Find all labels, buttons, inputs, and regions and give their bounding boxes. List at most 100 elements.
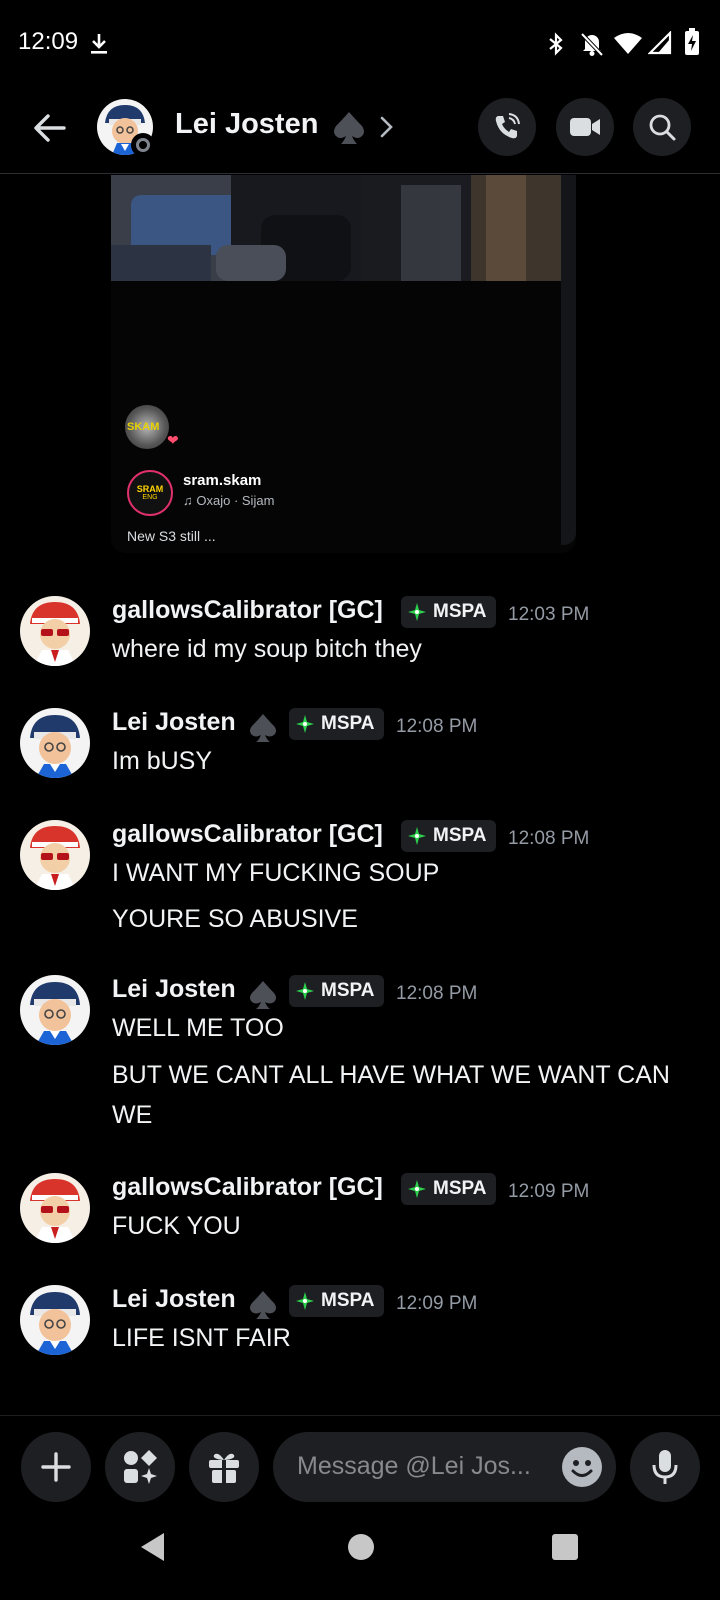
back-arrow-icon[interactable] xyxy=(28,106,72,150)
embed-account-name[interactable]: sram.skam xyxy=(183,472,261,489)
message-text: WELL ME TOO xyxy=(112,1014,284,1042)
message-timestamp: 12:08 PM xyxy=(508,828,590,849)
add-attachment-button[interactable] xyxy=(21,1432,91,1502)
embed-music-text: Oxajo · Sijam xyxy=(196,493,275,508)
wifi-icon xyxy=(614,33,642,54)
server-tag[interactable]: MSPA xyxy=(401,1173,497,1205)
spade-icon xyxy=(250,714,276,742)
gallows-calibrator-avatar-image xyxy=(20,820,90,890)
message-author[interactable]: gallowsCalibrator [GC] xyxy=(112,596,383,625)
back-triangle-icon[interactable] xyxy=(138,1531,168,1563)
home-circle-icon[interactable] xyxy=(347,1533,375,1561)
gallows-calibrator-avatar-image xyxy=(20,596,90,666)
channel-logo-text-bottom: ENG xyxy=(142,494,158,501)
server-tag[interactable]: MSPA xyxy=(289,1285,385,1317)
battery-icon xyxy=(685,28,699,55)
spade-icon xyxy=(250,1291,276,1319)
server-tag[interactable]: MSPA xyxy=(289,975,385,1007)
call-icon xyxy=(495,113,520,139)
message-text: BUT WE CANT ALL HAVE WHAT WE WANT CAN WE xyxy=(112,1061,670,1129)
server-tag-label: MSPA xyxy=(433,601,487,622)
avatar[interactable] xyxy=(20,1173,90,1243)
status-bar: 12:09 xyxy=(0,0,720,84)
message-text: where id my soup bitch they xyxy=(112,635,422,663)
avatar[interactable] xyxy=(20,596,90,666)
message-composer: Message @Lei Jos... xyxy=(0,1415,720,1505)
mspa-icon xyxy=(296,1292,314,1310)
heart-icon: ❤ xyxy=(167,433,179,449)
plus-icon xyxy=(41,1452,71,1482)
recents-square-icon[interactable] xyxy=(551,1533,579,1561)
server-tag-label: MSPA xyxy=(433,1178,487,1199)
search-button[interactable] xyxy=(633,98,691,156)
server-tag[interactable]: MSPA xyxy=(289,708,385,740)
message-text: LIFE ISNT FAIR xyxy=(112,1324,291,1352)
message-author[interactable]: Lei Josten xyxy=(112,708,236,737)
download-icon xyxy=(91,34,107,54)
header-user-name[interactable]: Lei Josten xyxy=(175,108,318,141)
message-timestamp: 12:09 PM xyxy=(508,1181,590,1202)
mspa-icon xyxy=(408,1180,426,1198)
microphone-icon xyxy=(652,1450,678,1484)
server-tag-label: MSPA xyxy=(433,825,487,846)
creator-avatar[interactable]: SKAM ❤ xyxy=(125,405,179,449)
message-author[interactable]: Lei Josten xyxy=(112,975,236,1004)
conversation-header: Lei Josten xyxy=(0,84,720,174)
gift-button[interactable] xyxy=(189,1432,259,1502)
emoji-button[interactable] xyxy=(562,1447,602,1487)
server-tag-label: MSPA xyxy=(321,1290,375,1311)
message-author[interactable]: gallowsCalibrator [GC] xyxy=(112,820,383,849)
embed-photo xyxy=(111,175,561,281)
message-text: FUCK YOU xyxy=(112,1212,241,1240)
channel-logo-text-top: SRAM xyxy=(136,484,164,494)
channel-logo[interactable]: SRAM ENG xyxy=(127,470,173,516)
server-tag[interactable]: MSPA xyxy=(401,596,497,628)
mspa-icon xyxy=(408,603,426,621)
video-embed[interactable]: SKAM ❤ SRAM ENG sram.skam ♫ Oxajo · Sija… xyxy=(111,175,576,553)
lei-josten-avatar-image xyxy=(20,708,90,778)
photo-scene xyxy=(111,175,561,281)
bluetooth-icon xyxy=(549,32,563,56)
message-input-placeholder: Message @Lei Jos... xyxy=(297,1452,531,1480)
chevron-right-icon[interactable] xyxy=(378,112,396,142)
server-tag-label: MSPA xyxy=(321,713,375,734)
lei-josten-avatar-image xyxy=(20,975,90,1045)
message-input[interactable]: Message @Lei Jos... xyxy=(273,1432,616,1502)
emoji-icon xyxy=(571,1460,593,1477)
message-timestamp: 12:03 PM xyxy=(508,604,590,625)
video-icon xyxy=(570,118,600,136)
avatar[interactable] xyxy=(20,975,90,1045)
apps-icon xyxy=(124,1450,157,1484)
message-author[interactable]: gallowsCalibrator [GC] xyxy=(112,1173,383,1202)
gift-icon xyxy=(209,1453,239,1483)
search-icon xyxy=(649,114,676,141)
apps-button[interactable] xyxy=(105,1432,175,1502)
video-call-button[interactable] xyxy=(556,98,614,156)
embed-scroll-edge xyxy=(561,175,576,545)
message-text: I WANT MY FUCKING SOUP xyxy=(112,859,440,887)
avatar[interactable] xyxy=(20,820,90,890)
embed-music-row[interactable]: ♫ Oxajo · Sijam xyxy=(183,493,274,508)
music-note-icon: ♫ xyxy=(183,493,197,508)
spade-icon xyxy=(250,981,276,1009)
voice-message-button[interactable] xyxy=(630,1432,700,1502)
avatar[interactable] xyxy=(20,1285,90,1355)
embed-caption: New S3 still ... xyxy=(127,528,216,544)
avatar[interactable] xyxy=(20,708,90,778)
system-navigation-bar xyxy=(0,1505,720,1600)
message-text: Im bUSY xyxy=(112,747,213,775)
voice-call-button[interactable] xyxy=(478,98,536,156)
status-time: 12:09 xyxy=(18,28,79,55)
message-timestamp: 12:08 PM xyxy=(396,983,478,1004)
server-tag[interactable]: MSPA xyxy=(401,820,497,852)
signal-icon xyxy=(648,31,672,55)
server-tag-label: MSPA xyxy=(321,980,375,1001)
message-timestamp: 12:08 PM xyxy=(396,716,478,737)
gallows-calibrator-avatar-image xyxy=(20,1173,90,1243)
message-text: YOURE SO ABUSIVE xyxy=(112,905,358,933)
lei-josten-avatar-image xyxy=(20,1285,90,1355)
mspa-icon xyxy=(408,827,426,845)
message-timestamp: 12:09 PM xyxy=(396,1293,478,1314)
message-author[interactable]: Lei Josten xyxy=(112,1285,236,1314)
mspa-icon xyxy=(296,715,314,733)
